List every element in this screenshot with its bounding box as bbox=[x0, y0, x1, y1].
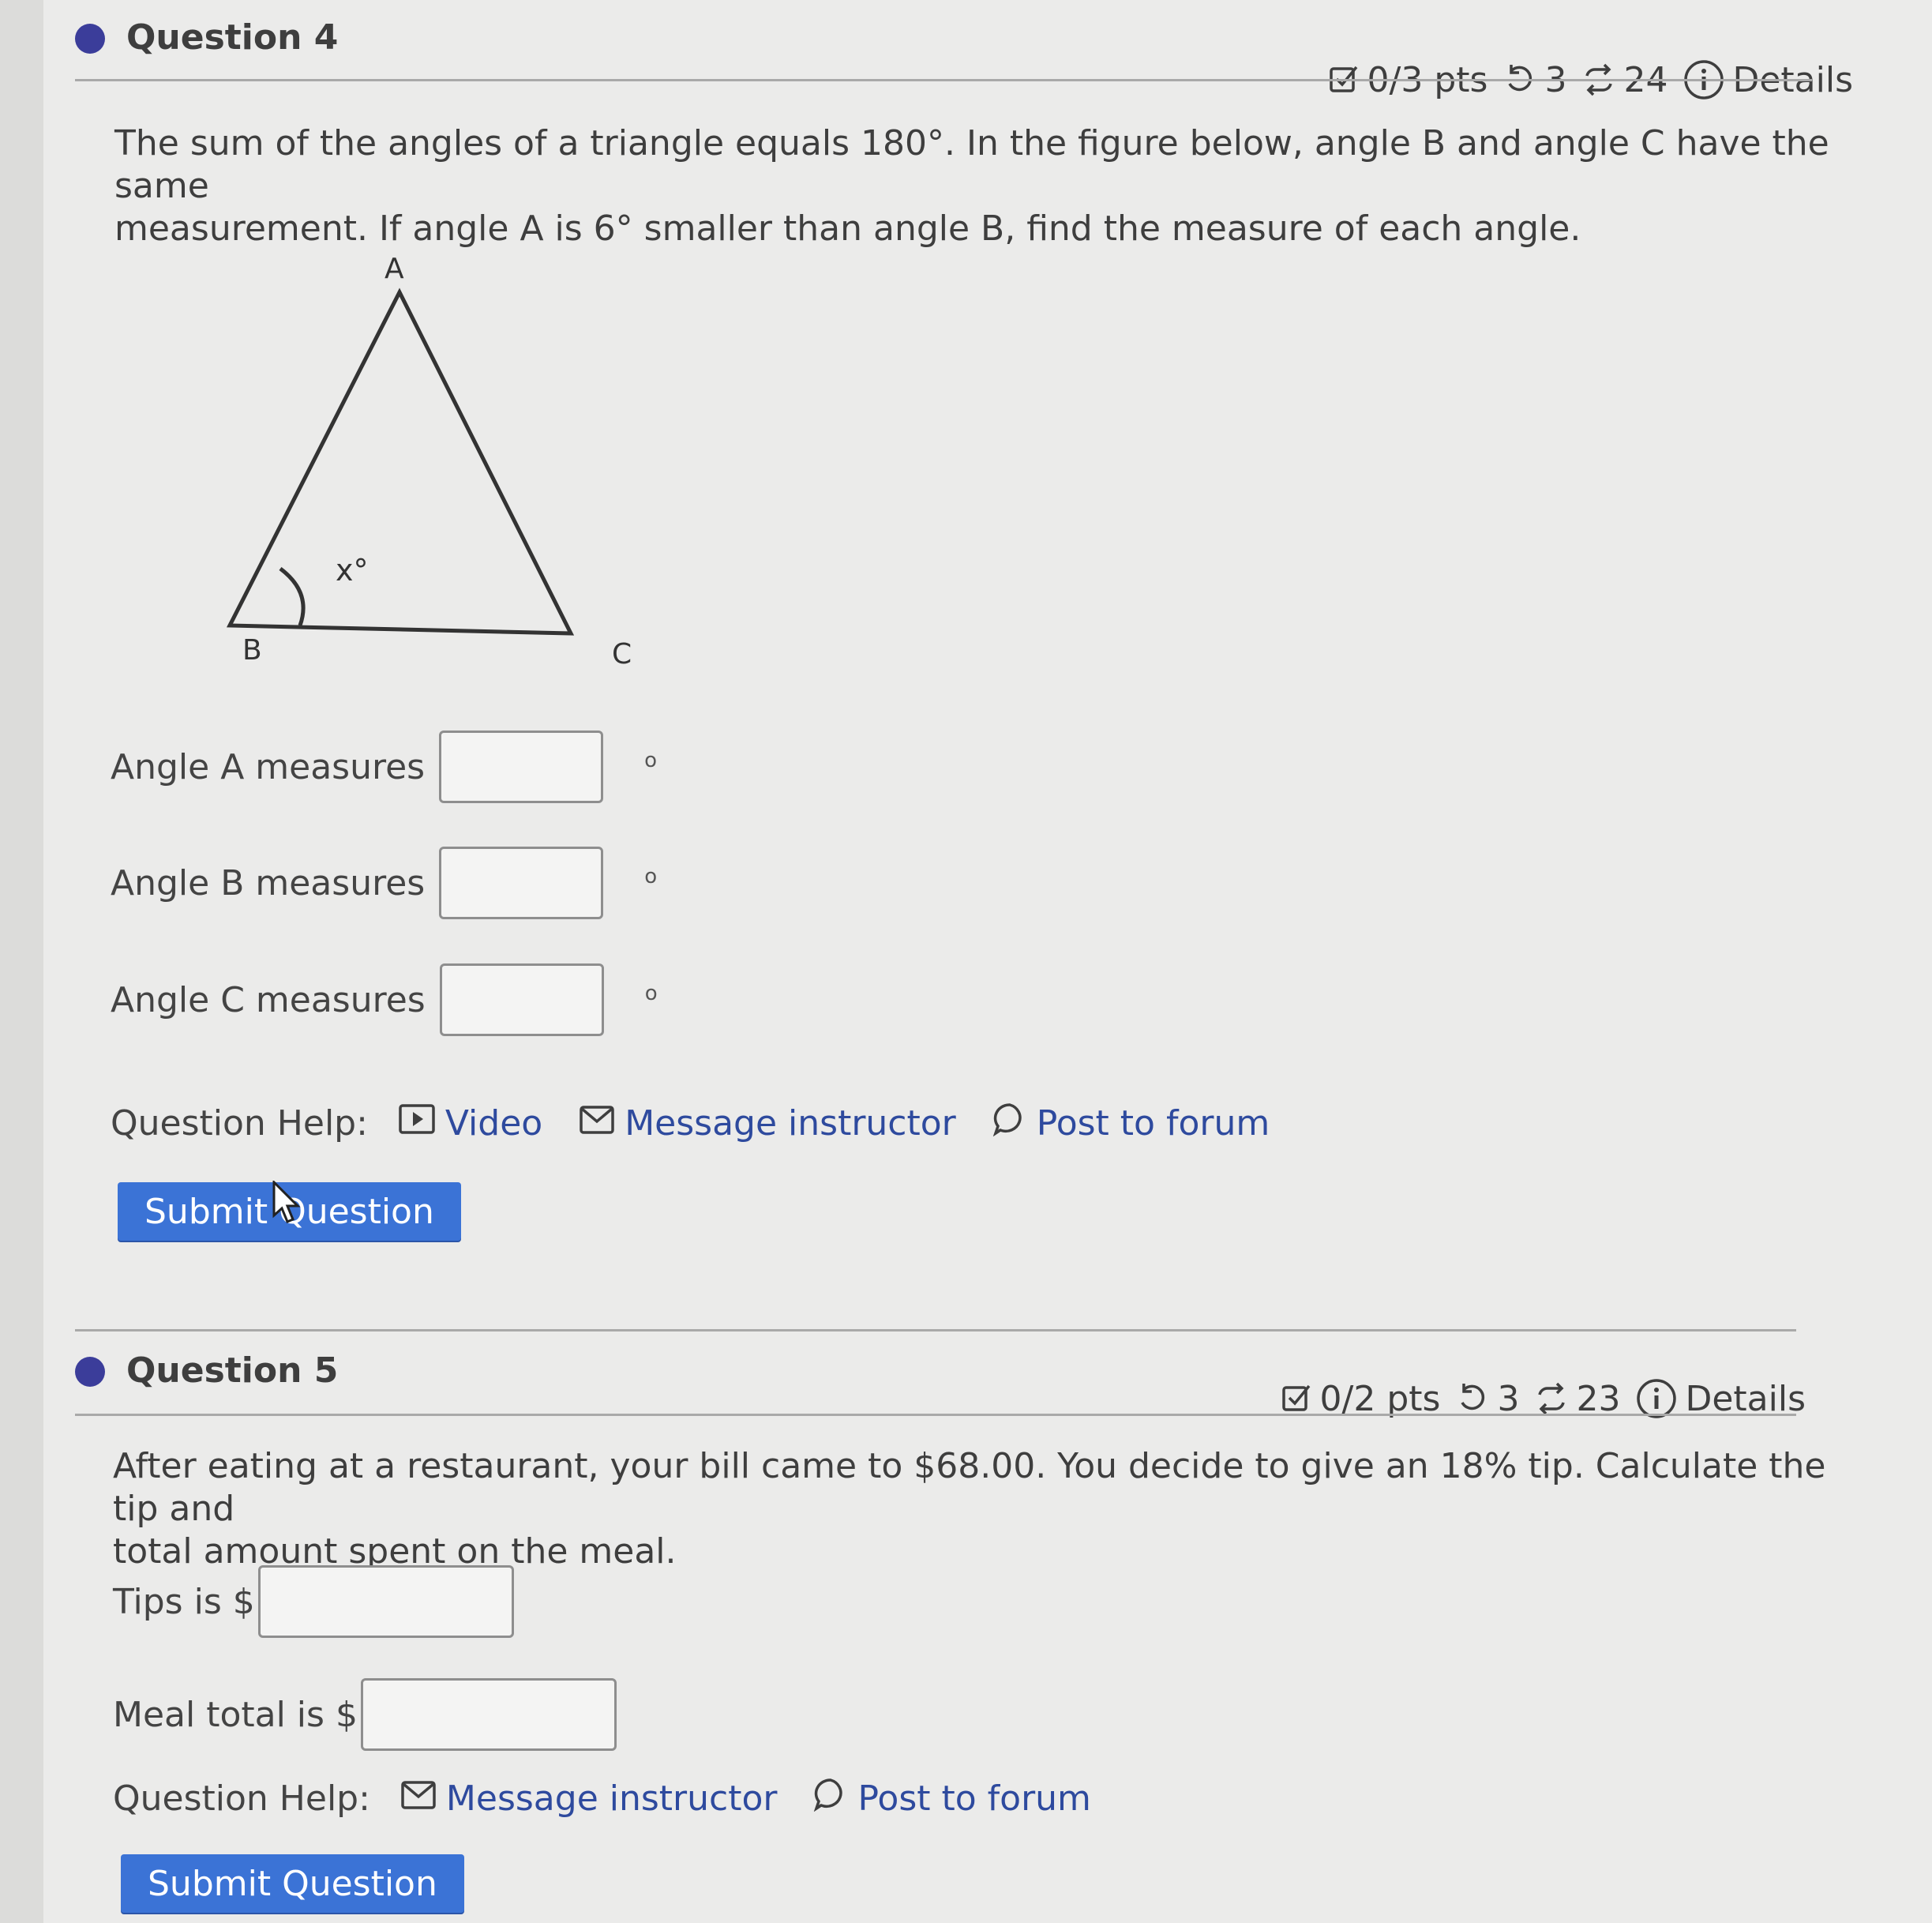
post-to-forum-text: Post to forum bbox=[857, 1778, 1091, 1819]
answer-row-meal-total: Meal total is $ bbox=[113, 1678, 617, 1751]
undo-icon bbox=[1456, 1382, 1489, 1415]
angle-b-input[interactable] bbox=[439, 847, 604, 919]
help-label: Question Help: bbox=[113, 1778, 370, 1819]
attempts-indicator: 23 bbox=[1535, 1379, 1620, 1419]
angle-arc bbox=[279, 567, 306, 626]
speech-bubble-icon bbox=[813, 1777, 848, 1820]
question-title: Question 5 bbox=[126, 1350, 339, 1391]
speech-bubble-icon bbox=[992, 1102, 1027, 1145]
answer-row-angle-b: Angle B measures o bbox=[111, 847, 657, 919]
answer-label: Angle A measures bbox=[111, 746, 426, 787]
answer-label: Angle C measures bbox=[111, 979, 426, 1020]
envelope-icon bbox=[400, 1778, 437, 1819]
post-to-forum-text: Post to forum bbox=[1036, 1103, 1270, 1144]
question-separator bbox=[75, 1329, 1796, 1331]
video-icon bbox=[398, 1103, 436, 1144]
message-instructor-text: Message instructor bbox=[625, 1103, 956, 1144]
help-label: Question Help: bbox=[111, 1103, 368, 1144]
message-instructor-link[interactable]: Message instructor bbox=[579, 1103, 956, 1144]
vertex-c-label: C bbox=[612, 638, 632, 670]
message-instructor-link[interactable]: Message instructor bbox=[400, 1778, 778, 1819]
submit-question-5-button[interactable]: Submit Question bbox=[121, 1854, 464, 1913]
prompt-line: The sum of the angles of a triangle equa… bbox=[114, 123, 1829, 206]
question-5-help: Question Help: Message instructor Post t… bbox=[113, 1777, 1127, 1820]
meal-total-input[interactable] bbox=[360, 1678, 617, 1751]
repeat-icon bbox=[1535, 1382, 1568, 1415]
answer-row-tip: Tips is $ bbox=[113, 1565, 514, 1638]
page: Question 4 0/3 pts 3 24 Details The sum … bbox=[43, 0, 1932, 1923]
points-text: 0/2 pts bbox=[1319, 1378, 1441, 1419]
post-to-forum-link[interactable]: Post to forum bbox=[813, 1777, 1091, 1820]
answer-label: Angle B measures bbox=[111, 862, 426, 903]
question-4-prompt: The sum of the angles of a triangle equa… bbox=[114, 122, 1851, 250]
question-4-header: Question 4 0/3 pts 3 24 Details bbox=[75, 8, 1853, 100]
video-link-text: Video bbox=[445, 1103, 543, 1144]
triangle-figure: A B C x° bbox=[226, 253, 632, 670]
degree-mark: o bbox=[644, 982, 658, 1005]
question-title: Question 4 bbox=[126, 17, 339, 58]
vertex-a-label: A bbox=[385, 253, 404, 285]
question-5-header: Question 5 0/2 pts 3 23 Details bbox=[75, 1335, 1806, 1419]
question-4-top-divider bbox=[75, 79, 1812, 81]
angle-c-input[interactable] bbox=[439, 963, 604, 1036]
question-4-help: Question Help: Video Message instructor … bbox=[111, 1102, 1306, 1145]
answer-row-angle-c: Angle C measures o bbox=[111, 963, 658, 1036]
envelope-icon bbox=[579, 1103, 615, 1144]
vertex-b-label: B bbox=[242, 634, 262, 667]
prompt-line: After eating at a restaurant, your bill … bbox=[113, 1446, 1826, 1529]
answer-row-angle-a: Angle A measures o bbox=[111, 731, 657, 803]
question-5-top-divider bbox=[75, 1414, 1796, 1416]
video-link[interactable]: Video bbox=[398, 1103, 542, 1144]
post-to-forum-link[interactable]: Post to forum bbox=[992, 1102, 1270, 1145]
message-instructor-text: Message instructor bbox=[445, 1778, 778, 1819]
prompt-line: measurement. If angle A is 6° smaller th… bbox=[114, 208, 1581, 249]
triangle-shape bbox=[226, 287, 575, 636]
points-indicator: 0/2 pts bbox=[1281, 1378, 1441, 1419]
mouse-cursor-icon bbox=[272, 1181, 301, 1223]
checkbox-icon bbox=[1281, 1383, 1312, 1414]
details-text: Details bbox=[1685, 1378, 1806, 1419]
question-status-dot bbox=[75, 24, 105, 54]
attempts-text: 23 bbox=[1576, 1378, 1621, 1419]
degree-mark: o bbox=[644, 865, 658, 888]
tip-input[interactable] bbox=[257, 1565, 514, 1638]
question-status-dot bbox=[75, 1357, 105, 1387]
answer-label: Meal total is $ bbox=[113, 1694, 358, 1735]
angle-x-label: x° bbox=[336, 553, 369, 588]
angle-a-input[interactable] bbox=[439, 731, 604, 803]
question-5-prompt: After eating at a restaurant, your bill … bbox=[113, 1445, 1850, 1573]
answer-label: Tips is $ bbox=[113, 1581, 255, 1622]
degree-mark: o bbox=[644, 749, 658, 772]
retries-text: 3 bbox=[1497, 1378, 1520, 1419]
retries-indicator: 3 bbox=[1456, 1379, 1519, 1419]
